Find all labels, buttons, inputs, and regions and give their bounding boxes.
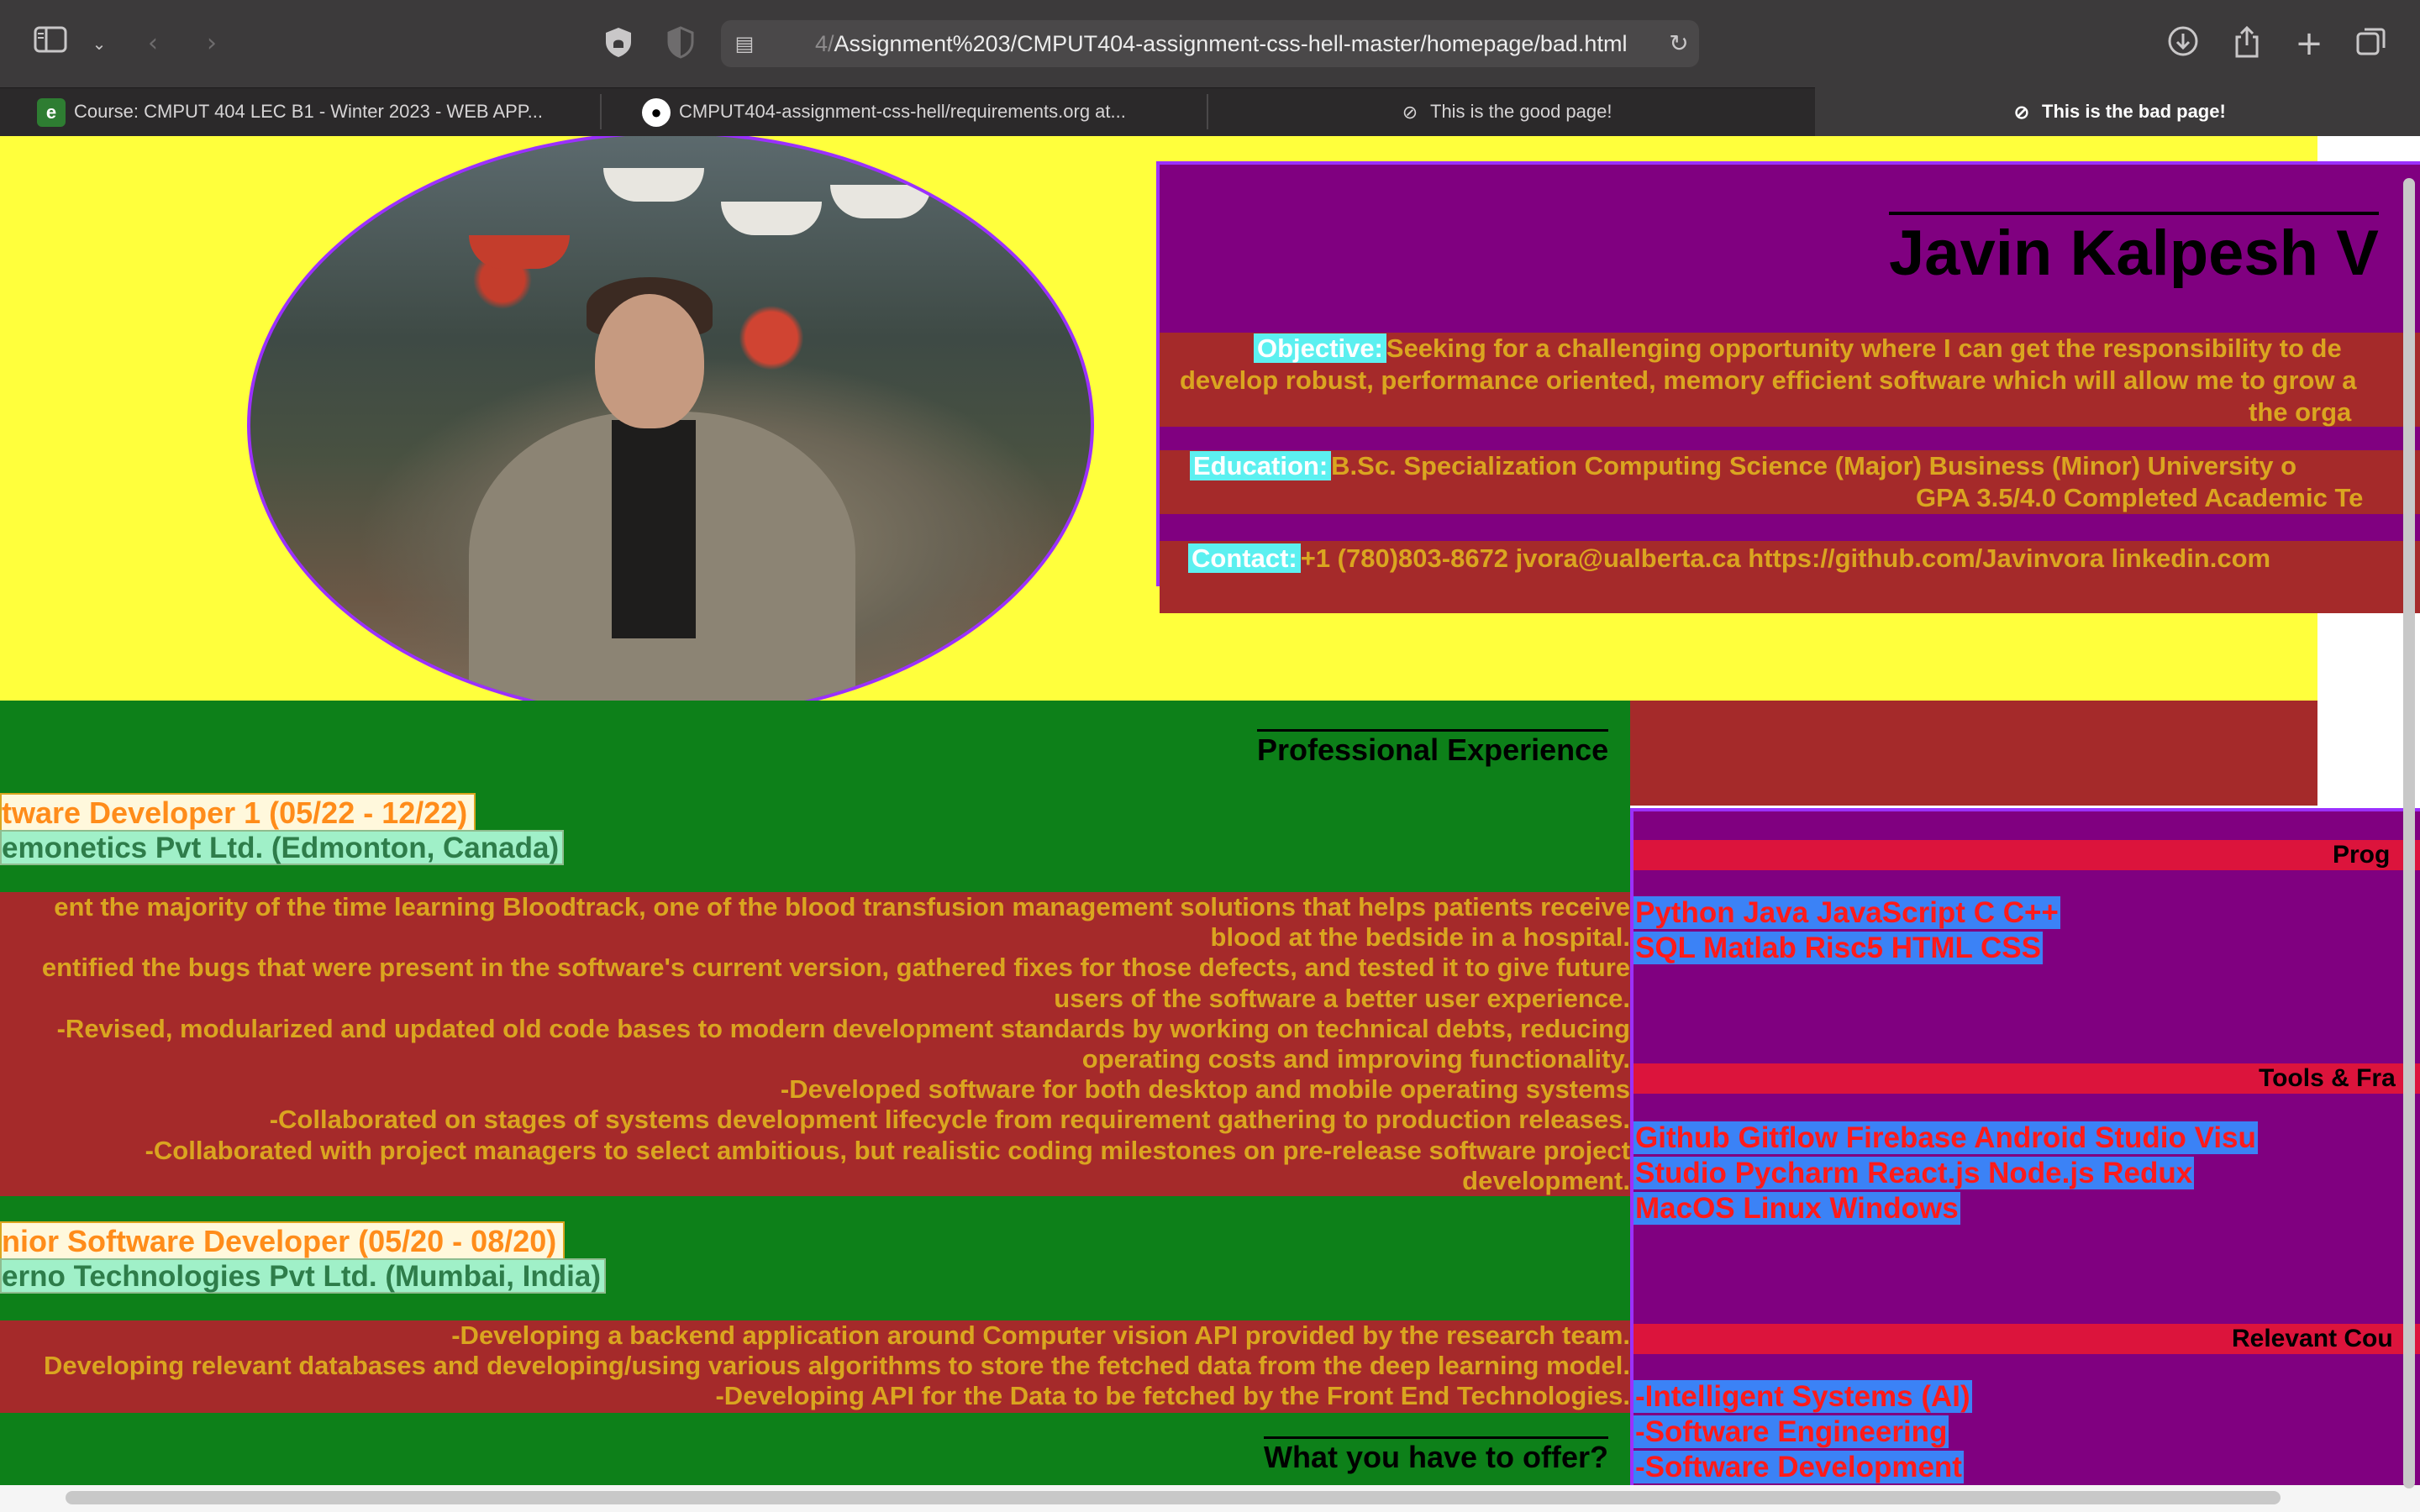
objective-line-3: the orga [2249, 397, 2352, 427]
sidebar-top-band [1630, 701, 2317, 806]
programming-title: Prog [2333, 841, 2391, 869]
tab-label: This is the bad page! [2042, 101, 2226, 122]
compass-icon: ⊘ [1402, 102, 1418, 123]
duty-line: ent the majority of the time learning Bl… [54, 892, 1630, 921]
job-company-2: erno Technologies Pvt Ltd. (Mumbai, Indi… [0, 1258, 606, 1294]
contact-line: Contact: +1 (780)803-8672 jvora@ualberta.… [1188, 543, 2270, 575]
forward-icon[interactable]: › [193, 25, 230, 62]
duty-line: operating costs and improving functional… [1081, 1044, 1630, 1074]
page-title: Javin Kalpesh V [1889, 212, 2379, 296]
job-title-2: nior Software Developer (05/20 - 08/20) [0, 1221, 566, 1260]
duty-line: development. [1462, 1165, 1630, 1195]
experience-title: Professional Experience [1257, 729, 1609, 769]
tools-line-1: Github Gitflow Firebase Android Studio V… [1634, 1121, 2258, 1154]
reload-icon[interactable]: ↻ [1660, 25, 1697, 62]
download-icon[interactable] [2165, 25, 2202, 62]
eclass-icon: e [37, 98, 66, 128]
compass-icon: ⊘ [2013, 102, 2030, 123]
url-prefix: 4/ [815, 31, 834, 56]
objective-line-2: develop robust, performance oriented, me… [1180, 365, 2357, 395]
education-line-2: GPA 3.5/4.0 Completed Academic Te [1916, 483, 2364, 512]
page-viewport: Javin Kalpesh V Objective: Seeking for a … [0, 136, 2420, 1490]
tools-line-3: MacOS Linux Windows [1634, 1192, 1960, 1225]
contact-label: Contact: [1188, 543, 1301, 573]
duty-line: -Collaborated on stages of systems devel… [269, 1105, 1630, 1135]
offer-title: What you have to offer? [1264, 1436, 1609, 1476]
courses-title: Relevant Cou [2232, 1325, 2393, 1352]
profile-photo [247, 136, 1094, 719]
programming-line-1: Python Java JavaScript C C++ [1634, 896, 2060, 929]
reader-icon[interactable]: ▤ [726, 25, 763, 62]
new-tab-icon[interactable]: + [2291, 25, 2328, 62]
tab-course[interactable]: e Course: CMPUT 404 LEC B1 - Winter 2023 … [37, 87, 575, 136]
duty-line: Developing relevant databases and develo… [44, 1351, 1630, 1381]
job-company-1: emonetics Pvt Ltd. (Edmonton, Canada) [0, 830, 565, 865]
url-text[interactable]: 4/Assignment%203/CMPUT404-assignment-css… [815, 29, 1627, 59]
tab-label: Course: CMPUT 404 LEC B1 - Winter 2023 -… [74, 101, 543, 122]
privacy-icon[interactable] [600, 25, 637, 62]
tab-separator [600, 94, 602, 129]
programming-bar [1634, 840, 2420, 870]
tab-label: This is the good page! [1430, 101, 1612, 122]
horizontal-scrollbar[interactable] [66, 1491, 2281, 1504]
duty-line: -Developed software for both desktop and… [780, 1074, 1630, 1105]
job-duties-2: -Developing a backend application around… [0, 1320, 1630, 1413]
vertical-scrollbar[interactable] [2403, 178, 2415, 1488]
shield-icon[interactable] [662, 25, 699, 62]
objective-band: Objective: Seeking for a challenging oppo… [1160, 333, 2420, 427]
tab-overview-icon[interactable] [2353, 25, 2390, 62]
education-label: Education: [1190, 451, 1332, 480]
tab-label: CMPUT404-assignment-css-hell/requirement… [679, 101, 1126, 122]
objective-label: Objective: [1254, 333, 1386, 363]
share-icon[interactable] [2228, 25, 2265, 62]
tools-title: Tools & Fra [2259, 1064, 2396, 1092]
tab-github[interactable]: ● CMPUT404-assignment-css-hell/requiremen… [642, 87, 1188, 136]
job-title-1: tware Developer 1 (05/22 - 12/22) [0, 793, 476, 832]
back-icon[interactable]: ‹ [134, 25, 171, 62]
duty-line: -Revised, modularized and updated old co… [56, 1013, 1630, 1043]
duty-line: entified the bugs that were present in t… [41, 953, 1630, 983]
course-item: -Software Engineering [1634, 1415, 1949, 1448]
browser-toolbar: ⌄ ‹ › ▤ 4/Assignment%203/CMPUT404-assign… [0, 0, 2420, 87]
programming-line-2: SQL Matlab Risc5 HTML CSS [1634, 932, 2043, 964]
url-main: Assignment%203/CMPUT404-assignment-css-h… [834, 31, 1628, 56]
education-line-1: Education: B.Sc. Specialization Computing… [1190, 450, 2296, 482]
contact-band: Contact: +1 (780)803-8672 jvora@ualberta.… [1160, 541, 2420, 613]
duty-line: blood at the bedside in a hospital. [1210, 922, 1630, 953]
education-band: Education: B.Sc. Specialization Computing… [1160, 450, 2420, 514]
duty-line: -Developing API for the Data to be fetch… [715, 1381, 1630, 1411]
objective-line-1: Objective: Seeking for a challenging oppo… [1254, 333, 2342, 365]
tab-good-page[interactable]: ⊘ This is the good page! [1398, 87, 1650, 136]
duty-line: -Developing a backend application around… [451, 1320, 1630, 1350]
duty-line: -Collaborated with project managers to s… [145, 1135, 1630, 1165]
course-item: -Software Development [1634, 1451, 1964, 1483]
tools-line-2: Studio Pycharm React.js Node.js Redux [1634, 1157, 2195, 1189]
job-duties-1: ent the majority of the time learning Bl… [0, 892, 1630, 1196]
duty-line: users of the software a better user expe… [1054, 983, 1630, 1013]
github-icon: ● [642, 98, 671, 128]
sidebar-icon[interactable] [32, 25, 69, 62]
course-item: -Intelligent Systems (AI) [1634, 1380, 1972, 1413]
chevron-down-icon[interactable]: ⌄ [81, 25, 118, 62]
tab-bad-page[interactable]: ⊘ This is the bad page! [1815, 87, 2420, 136]
tab-separator [1207, 94, 1208, 129]
